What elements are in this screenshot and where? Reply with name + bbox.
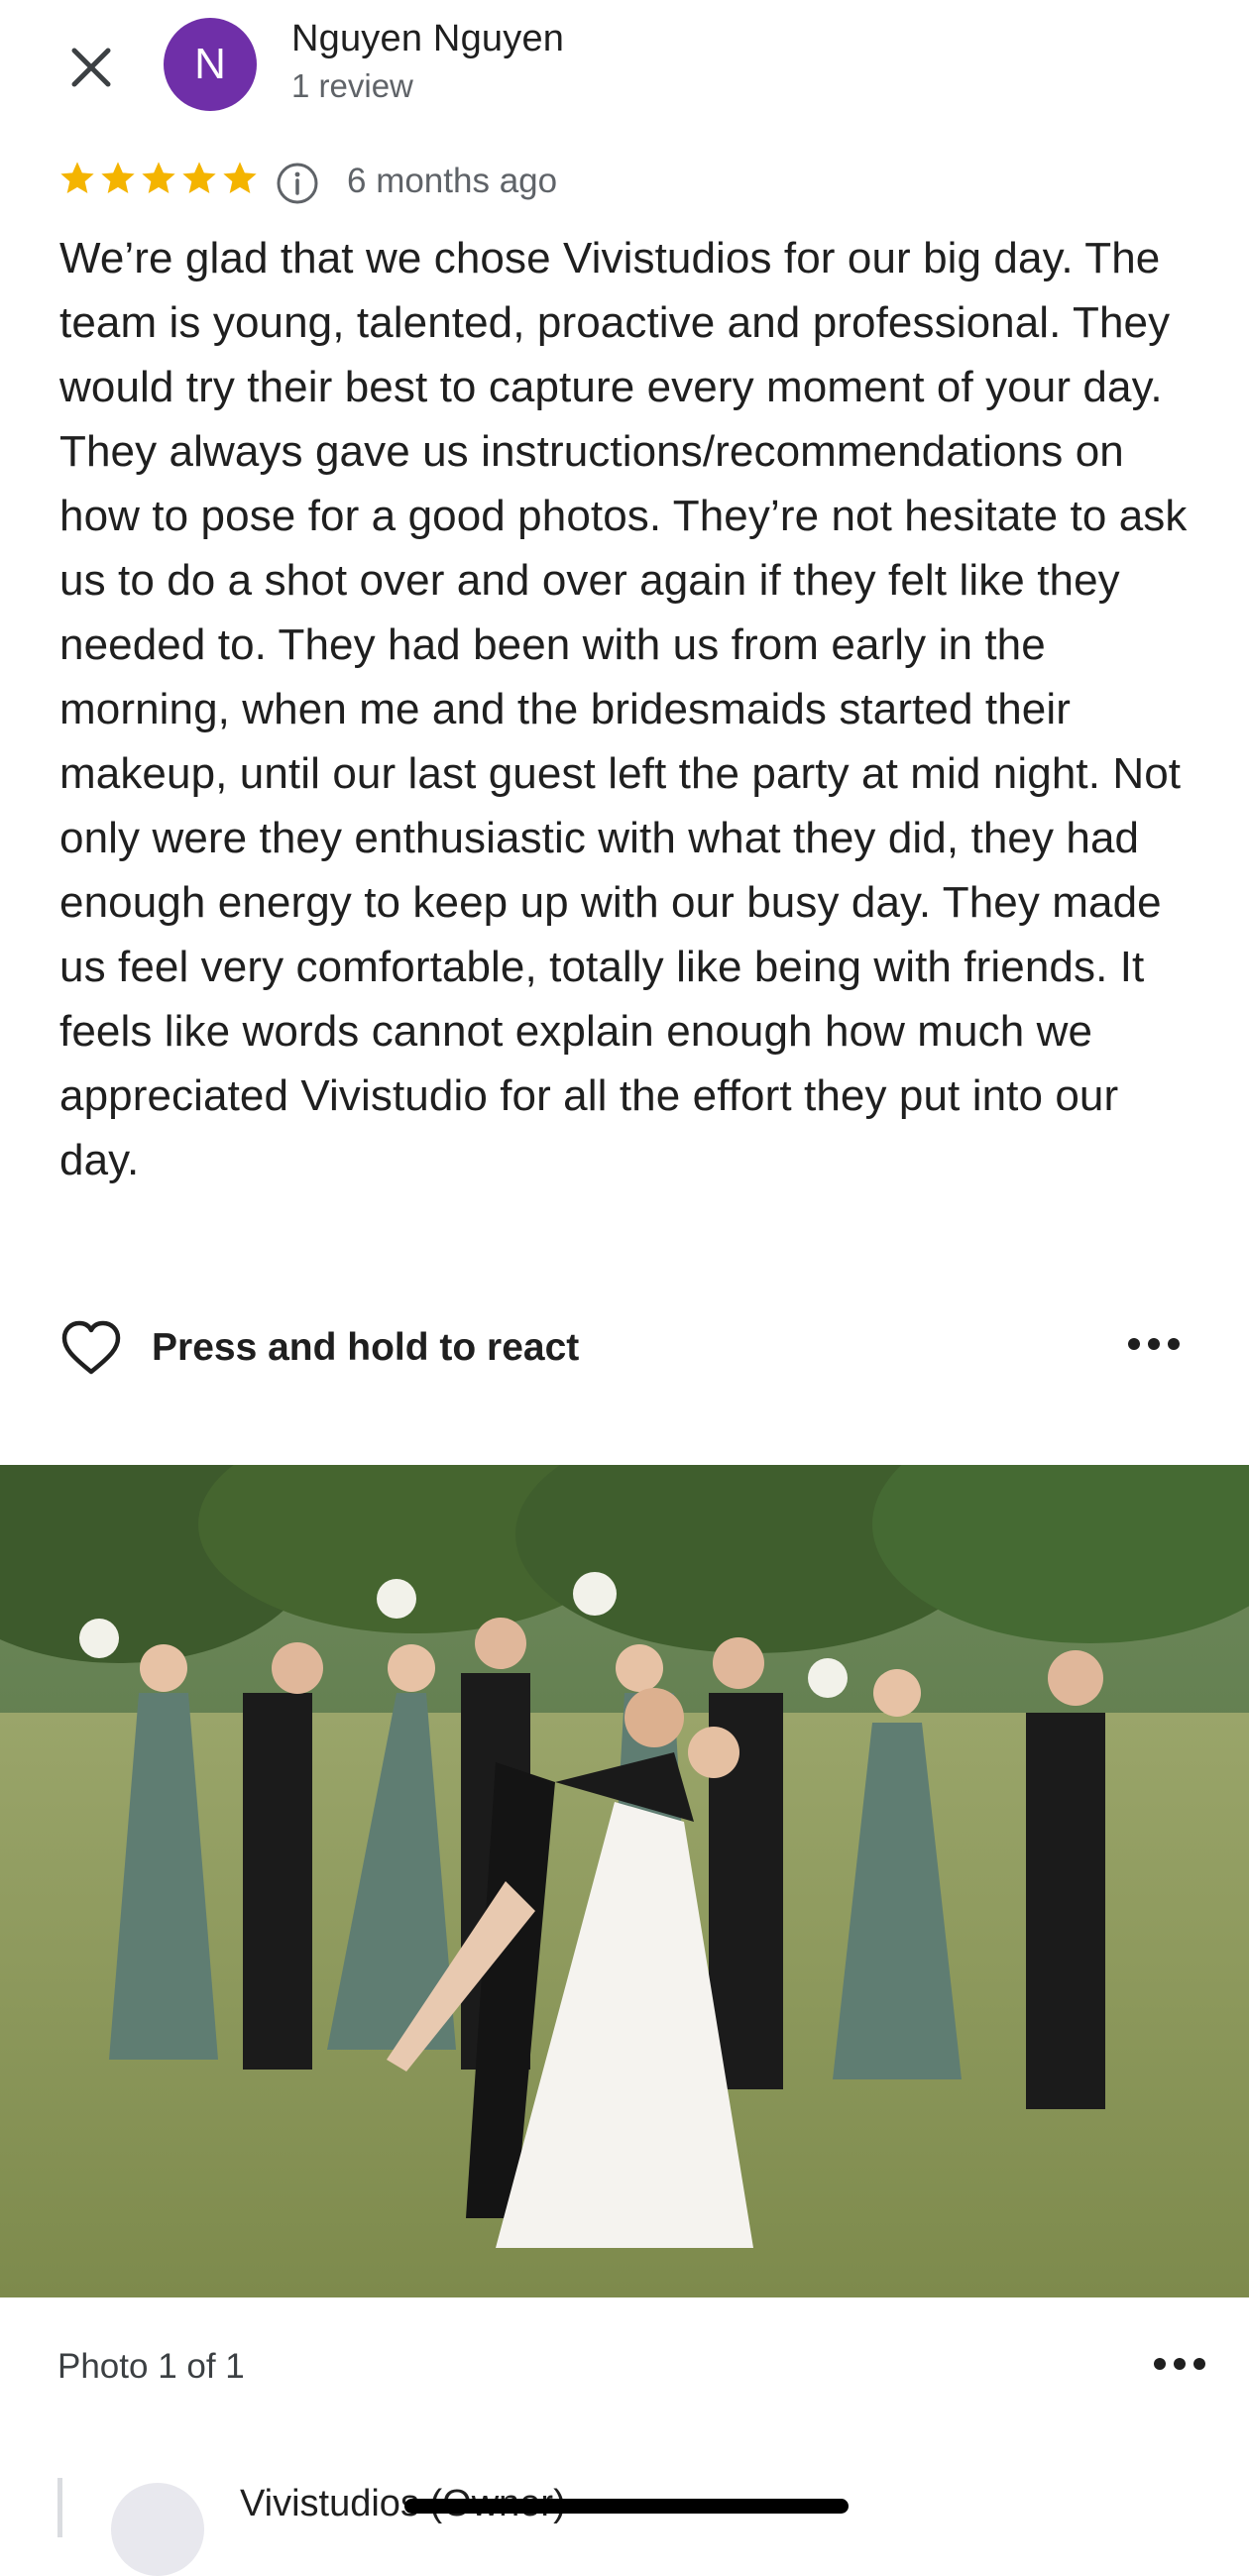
react-button[interactable]	[59, 1318, 123, 1378]
author-name[interactable]: Nguyen Nguyen	[291, 18, 564, 60]
review-photo[interactable]	[0, 1405, 1249, 2297]
reply-divider	[57, 2478, 62, 2537]
more-horiz-icon	[1168, 1338, 1180, 1350]
review-text: We’re glad that we chose Vivistudios for…	[59, 234, 1188, 1184]
more-horiz-icon	[1128, 1338, 1140, 1350]
close-button[interactable]	[61, 38, 121, 97]
more-horiz-icon	[1154, 2358, 1166, 2370]
more-horiz-icon	[1193, 2358, 1205, 2370]
star-icon	[60, 162, 94, 193]
star-icon	[182, 162, 216, 193]
info-icon	[277, 163, 318, 204]
owner-avatar	[111, 2483, 204, 2576]
star-icon	[142, 162, 175, 193]
avatar[interactable]: N	[164, 18, 257, 111]
home-indicator[interactable]	[404, 2499, 849, 2514]
review-date: 6 months ago	[347, 162, 558, 200]
photo-more-options-button[interactable]	[1154, 2358, 1209, 2380]
star-rating	[57, 159, 260, 198]
review-count: 1 review	[291, 67, 413, 104]
more-horiz-icon	[1174, 2358, 1186, 2370]
photo-counter: Photo 1 of 1	[57, 2347, 245, 2386]
more-options-button[interactable]	[1128, 1338, 1184, 1360]
more-horiz-icon	[1148, 1338, 1160, 1350]
wedding-photo	[0, 1405, 1249, 2297]
close-icon	[71, 48, 111, 87]
star-icon	[101, 162, 135, 193]
heart-outline-icon	[61, 1320, 121, 1375]
react-label[interactable]: Press and hold to react	[152, 1326, 579, 1370]
star-icon	[223, 162, 257, 193]
info-button[interactable]	[276, 162, 319, 205]
